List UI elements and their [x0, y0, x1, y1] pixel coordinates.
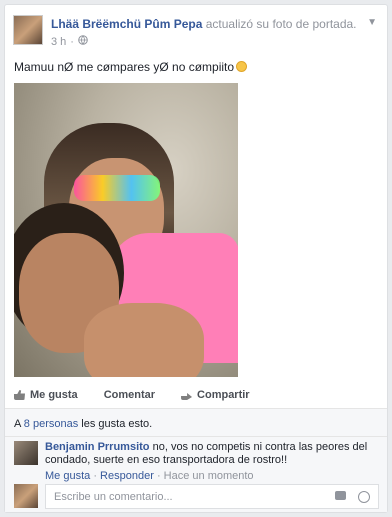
post-header: Lhää Brëëmchü Pûm Pepa actualizó su foto… — [13, 15, 379, 51]
post-time[interactable]: 3 h — [51, 36, 66, 48]
like-button[interactable]: Me gusta — [14, 389, 78, 401]
post-text: Mamuu nØ me cømpares yØ no cømpiito — [14, 60, 248, 74]
post-photo[interactable] — [14, 83, 238, 377]
post-headline: Lhää Brëëmchü Pûm Pepa actualizó su foto… — [51, 17, 357, 31]
comment-reply-link[interactable]: Responder — [100, 470, 154, 482]
share-button[interactable]: Compartir — [181, 389, 250, 401]
camera-icon[interactable] — [335, 491, 346, 500]
emoji-icon — [236, 61, 248, 72]
chevron-down-icon[interactable]: ▼ — [367, 17, 377, 28]
comment-time[interactable]: Hace un momento — [164, 470, 254, 482]
post-meta: 3 h · — [51, 35, 88, 48]
comment-actions: Me gusta · Responder · Hace un momento — [45, 470, 254, 482]
comment-button[interactable]: Comentar — [23, 389, 155, 431]
author-avatar[interactable] — [13, 15, 43, 45]
author-name[interactable]: Lhää Brëëmchü Pûm Pepa — [51, 17, 202, 31]
globe-icon — [78, 35, 88, 48]
feedback-section: A 8 personas les gusta esto. Benjamin Pr… — [5, 408, 387, 512]
thumbs-up-icon — [14, 390, 25, 400]
share-arrow-icon — [181, 393, 193, 400]
post-actions: Me gusta Comentar Compartir — [14, 389, 250, 431]
commenter-name[interactable]: Benjamin Prrumsito — [45, 441, 150, 453]
post-action: actualizó su foto de portada. — [205, 17, 357, 31]
comment-body: Benjamin Prrumsito no, vos no competis n… — [45, 441, 379, 483]
emoji-picker-icon[interactable] — [358, 491, 370, 503]
divider — [5, 436, 387, 437]
reply-box: Escribe un comentario... — [14, 484, 379, 510]
current-user-avatar — [14, 484, 38, 508]
comment-placeholder: Escribe un comentario... — [54, 490, 173, 503]
likes-summary: A 8 personas les gusta esto. — [14, 418, 153, 430]
likes-count-link[interactable]: 8 personas — [24, 418, 78, 430]
comment-like-link[interactable]: Me gusta — [45, 470, 90, 482]
commenter-avatar[interactable] — [14, 441, 38, 465]
comment-input[interactable]: Escribe un comentario... — [45, 484, 379, 509]
post-card: Lhää Brëëmchü Pûm Pepa actualizó su foto… — [4, 4, 388, 513]
